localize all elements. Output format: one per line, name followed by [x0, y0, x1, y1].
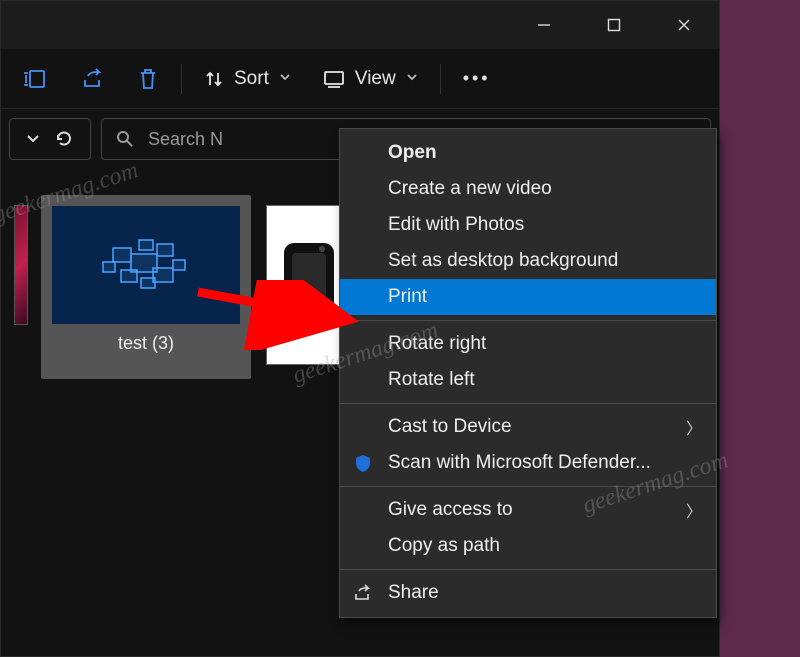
command-bar: Sort View ••• [1, 49, 719, 109]
menu-separator [340, 569, 716, 570]
context-menu: Open Create a new video Edit with Photos… [339, 128, 717, 618]
submenu-arrow-icon: 〉 [686, 498, 702, 522]
chevron-down-icon [279, 70, 291, 88]
submenu-arrow-icon: 〉 [686, 415, 702, 439]
thumbnail-selected[interactable]: test (3) [41, 195, 251, 379]
minimize-button[interactable] [509, 1, 579, 49]
separator [440, 64, 441, 94]
sort-button[interactable]: Sort [190, 56, 305, 102]
menu-cast-to-device[interactable]: Cast to Device 〉 [340, 409, 716, 445]
menu-open[interactable]: Open [340, 135, 716, 171]
thumbnail-partial[interactable] [9, 195, 33, 379]
view-label: View [355, 68, 396, 90]
menu-set-background[interactable]: Set as desktop background [340, 243, 716, 279]
menu-create-video[interactable]: Create a new video [340, 171, 716, 207]
menu-share[interactable]: Share [340, 575, 716, 611]
menu-rotate-left[interactable]: Rotate left [340, 362, 716, 398]
menu-separator [340, 486, 716, 487]
delete-icon[interactable] [123, 56, 173, 102]
menu-separator [340, 320, 716, 321]
chevron-down-icon [406, 70, 418, 88]
refresh-icon[interactable] [54, 129, 74, 149]
maximize-button[interactable] [579, 1, 649, 49]
menu-separator [340, 403, 716, 404]
breadcrumb[interactable] [9, 118, 91, 160]
menu-give-access[interactable]: Give access to 〉 [340, 492, 716, 528]
menu-scan-defender[interactable]: Scan with Microsoft Defender... [340, 445, 716, 481]
shield-icon [352, 452, 374, 474]
sort-label: Sort [234, 68, 269, 90]
menu-print[interactable]: Print [340, 279, 716, 315]
view-button[interactable]: View [309, 56, 432, 102]
rotate-icon[interactable] [9, 56, 63, 102]
menu-edit-photos[interactable]: Edit with Photos [340, 207, 716, 243]
thumbnail-image [51, 205, 241, 325]
share-icon[interactable] [67, 56, 119, 102]
thumbnail-caption: test (3) [118, 333, 174, 354]
separator [181, 64, 182, 94]
search-placeholder: Search N [148, 129, 223, 150]
thumbnail-image [14, 205, 28, 325]
more-icon[interactable]: ••• [449, 56, 505, 102]
title-bar [1, 1, 719, 49]
chevron-down-icon [26, 132, 40, 146]
menu-rotate-right[interactable]: Rotate right [340, 326, 716, 362]
close-button[interactable] [649, 1, 719, 49]
menu-copy-path[interactable]: Copy as path [340, 528, 716, 564]
search-icon [116, 130, 134, 148]
share-icon [352, 582, 374, 604]
